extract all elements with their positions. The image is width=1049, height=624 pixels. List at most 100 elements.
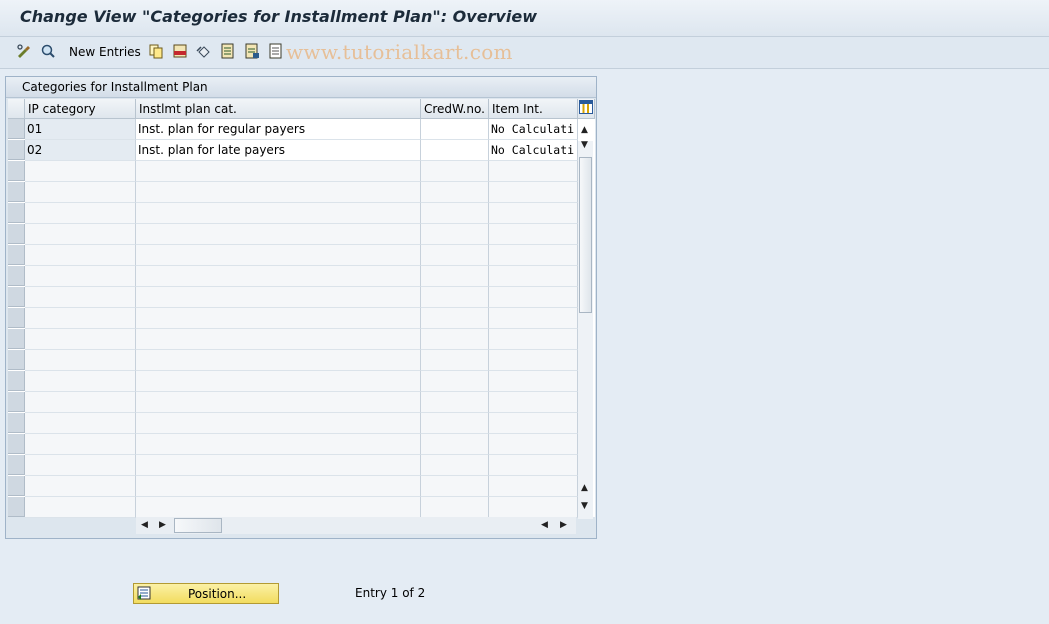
scroll-down-arrow[interactable]: ▼ [581,140,588,150]
cell-credw-no[interactable] [421,476,489,497]
cell-item-int[interactable] [489,224,578,245]
cell-plan-category[interactable] [136,287,421,308]
scroll-up-arrow[interactable]: ▲ [581,125,588,135]
cell-plan-category[interactable]: Inst. plan for late payers [136,140,421,161]
cell-credw-no[interactable] [421,455,489,476]
row-selector[interactable] [8,434,25,454]
cell-plan-category[interactable] [136,413,421,434]
cell-credw-no[interactable] [421,266,489,287]
cell-credw-no[interactable] [421,434,489,455]
cell-credw-no[interactable] [421,203,489,224]
cell-item-int[interactable] [489,413,578,434]
vertical-scrollbar[interactable]: ▲ ▼ ▲ ▼ [578,125,593,519]
cell-ip-category[interactable] [25,308,136,329]
row-selector[interactable] [8,182,25,202]
scroll-right-arrow[interactable]: ▶ [159,520,166,530]
other-view-icon[interactable] [40,43,56,59]
cell-plan-category[interactable] [136,161,421,182]
cell-ip-category[interactable] [25,182,136,203]
row-selector[interactable] [8,203,25,223]
cell-credw-no[interactable] [421,161,489,182]
cell-item-int[interactable] [489,161,578,182]
horizontal-scroll-thumb[interactable] [174,518,222,533]
scroll-first-column-arrow[interactable]: ◀ [141,520,148,530]
cell-item-int[interactable]: No Calculati [489,119,578,140]
cell-item-int[interactable] [489,203,578,224]
cell-credw-no[interactable] [421,371,489,392]
vertical-scroll-thumb[interactable] [579,157,592,313]
row-selector[interactable] [8,329,25,349]
select-all-rows-button[interactable] [8,99,25,119]
scroll-page-down-arrow[interactable]: ▼ [581,501,588,511]
cell-item-int[interactable] [489,434,578,455]
cell-ip-category[interactable] [25,371,136,392]
cell-item-int[interactable] [489,266,578,287]
cell-credw-no[interactable] [421,245,489,266]
cell-plan-category[interactable] [136,308,421,329]
cell-ip-category[interactable] [25,413,136,434]
cell-plan-category[interactable] [136,203,421,224]
cell-credw-no[interactable] [421,329,489,350]
select-block-icon[interactable] [244,43,260,59]
cell-plan-category[interactable] [136,392,421,413]
cell-credw-no[interactable] [421,119,489,140]
row-selector[interactable] [8,497,25,517]
cell-plan-category[interactable]: Inst. plan for regular payers [136,119,421,140]
undo-icon[interactable] [196,43,212,59]
cell-ip-category[interactable] [25,161,136,182]
cell-item-int[interactable] [489,350,578,371]
row-selector[interactable] [8,455,25,475]
cell-item-int[interactable] [489,476,578,497]
row-selector[interactable] [8,476,25,496]
cell-ip-category[interactable] [25,224,136,245]
cell-ip-category[interactable]: 02 [25,140,136,161]
cell-credw-no[interactable] [421,350,489,371]
column-header-ip-category[interactable]: IP category [25,99,136,119]
cell-plan-category[interactable] [136,371,421,392]
cell-item-int[interactable] [489,287,578,308]
cell-plan-category[interactable] [136,455,421,476]
deselect-all-icon[interactable] [268,43,284,59]
row-selector[interactable] [8,371,25,391]
row-selector[interactable] [8,266,25,286]
cell-item-int[interactable] [489,455,578,476]
cell-plan-category[interactable] [136,350,421,371]
row-selector[interactable] [8,119,25,139]
cell-plan-category[interactable] [136,245,421,266]
position-button[interactable]: Position... [133,583,279,604]
cell-item-int[interactable] [489,308,578,329]
scroll-last-column-arrow[interactable]: ▶ [560,520,567,530]
cell-ip-category[interactable] [25,350,136,371]
cell-item-int[interactable]: No Calculati [489,140,578,161]
delete-icon[interactable] [172,43,188,59]
cell-item-int[interactable] [489,182,578,203]
cell-plan-category[interactable] [136,497,421,518]
row-selector[interactable] [8,350,25,370]
row-selector[interactable] [8,392,25,412]
cell-item-int[interactable] [489,392,578,413]
cell-item-int[interactable] [489,245,578,266]
cell-ip-category[interactable] [25,287,136,308]
cell-ip-category[interactable] [25,497,136,518]
cell-ip-category[interactable] [25,434,136,455]
cell-ip-category[interactable] [25,266,136,287]
cell-item-int[interactable] [489,329,578,350]
row-selector[interactable] [8,413,25,433]
cell-plan-category[interactable] [136,224,421,245]
cell-credw-no[interactable] [421,182,489,203]
horizontal-scrollbar[interactable]: ◀ ▶ ◀ ▶ [136,517,576,534]
cell-ip-category[interactable] [25,476,136,497]
cell-item-int[interactable] [489,371,578,392]
cell-ip-category[interactable] [25,392,136,413]
display-change-icon[interactable] [16,43,32,59]
column-header-credw-no[interactable]: CredW.no. [421,99,489,119]
scroll-left-end-arrow[interactable]: ◀ [541,520,548,530]
column-settings-icon[interactable] [578,99,595,119]
row-selector[interactable] [8,161,25,181]
cell-ip-category[interactable] [25,329,136,350]
cell-plan-category[interactable] [136,434,421,455]
cell-credw-no[interactable] [421,224,489,245]
cell-credw-no[interactable] [421,308,489,329]
row-selector[interactable] [8,287,25,307]
cell-plan-category[interactable] [136,266,421,287]
